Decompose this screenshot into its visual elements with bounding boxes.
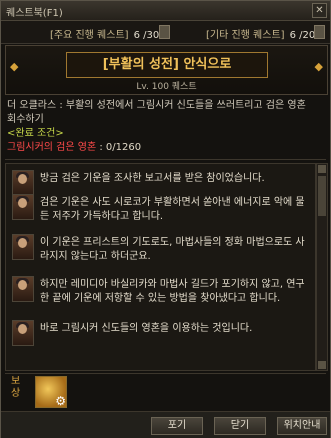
scroll-thumb[interactable] — [318, 176, 326, 216]
scroll-down-icon[interactable] — [318, 361, 326, 369]
location-guide-button[interactable]: 위치안내 — [277, 417, 327, 435]
other-quest-toggle[interactable] — [314, 25, 325, 39]
npc-portrait — [12, 276, 34, 302]
other-quest-counter: [기타 진행 퀘스트] 6 /20 — [206, 26, 315, 41]
npc-portrait — [12, 320, 34, 346]
close-icon[interactable]: ✕ — [312, 3, 327, 18]
main-quest-counter: [주요 진행 퀘스트] 6 /30 — [50, 26, 159, 41]
reward-label: 보상 — [11, 376, 21, 399]
dialog-text: 이 기운은 프리스트의 기도로도, 마법사들의 정화 마법으로도 사라지지 않는… — [40, 237, 305, 262]
dialog-scrollbar[interactable] — [316, 163, 328, 371]
dialog-text: 바로 그림시커 신도들의 영혼을 이용하는 것입니다. — [40, 323, 253, 334]
dialog-text: 방금 검은 기운을 조사한 보고서를 받은 참이었습니다. — [40, 173, 265, 184]
gear-icon: ⚙ — [55, 394, 66, 408]
quest-level: Lv. 100 퀘스트 — [136, 82, 197, 92]
quest-description-block: 더 오클라스 : 부활의 성전에서 그림시커 신도들을 쓰러트리고 검은 영혼 … — [7, 99, 307, 155]
completion-requirement: 그림시커의 검은 영혼 : 0/1260 — [7, 141, 307, 155]
npc-portrait — [12, 234, 34, 260]
close-button[interactable]: 닫기 — [214, 417, 266, 435]
reward-item-icon[interactable]: ⚙ — [35, 376, 67, 408]
main-quest-toggle[interactable] — [159, 25, 170, 39]
other-quest-value: 6 /20 — [289, 30, 316, 41]
other-quest-label: [기타 진행 퀘스트] — [206, 30, 285, 41]
window-title: 퀘스트북(F1) — [6, 8, 63, 19]
requirement-count: : 0/1260 — [96, 142, 142, 153]
quest-book-window: 퀘스트북(F1) ✕ [주요 진행 퀘스트] 6 /30 [기타 진행 퀘스트] 6… — [0, 0, 331, 438]
title-bar[interactable]: 퀘스트북(F1) ✕ — [1, 1, 330, 21]
completion-condition-header: <완료 조건> — [7, 128, 64, 139]
quest-title: [부활의 성전] 안식으로 — [66, 52, 268, 78]
scroll-up-icon[interactable] — [318, 165, 326, 173]
quest-counters: [주요 진행 퀘스트] 6 /30 [기타 진행 퀘스트] 6 /20 — [1, 21, 330, 44]
npc-portrait — [12, 170, 34, 196]
main-quest-label: [주요 진행 퀘스트] — [50, 30, 129, 41]
dialog-text: 검은 기운은 사도 시로코가 부활하면서 쏟아낸 에너지로 악에 물든 저주가 … — [40, 197, 305, 222]
quest-description: 더 오클라스 : 부활의 성전에서 그림시커 신도들을 쓰러트리고 검은 영혼 … — [7, 100, 306, 125]
reward-section: 보상 ⚙ — [5, 373, 326, 410]
dialog-text: 하지만 레미디아 바실리카와 마법사 길드가 포기하지 않고, 연구한 끝에 기… — [40, 279, 305, 304]
requirement-name: 그림시커의 검은 영혼 — [7, 142, 97, 153]
npc-dialog-panel[interactable]: 방금 검은 기운을 조사한 보고서를 받은 참이었습니다. 검은 기운은 사도 … — [5, 163, 316, 371]
npc-portrait — [12, 194, 34, 220]
prev-quest-arrow-icon[interactable]: ◆ — [10, 60, 18, 73]
divider — [5, 159, 326, 160]
next-quest-arrow-icon[interactable]: ◆ — [315, 60, 323, 73]
quest-banner: ◆ [부활의 성전] 안식으로 Lv. 100 퀘스트 ◆ — [5, 45, 328, 95]
main-quest-value: 6 /30 — [133, 30, 160, 41]
abandon-button[interactable]: 포기 — [151, 417, 203, 435]
